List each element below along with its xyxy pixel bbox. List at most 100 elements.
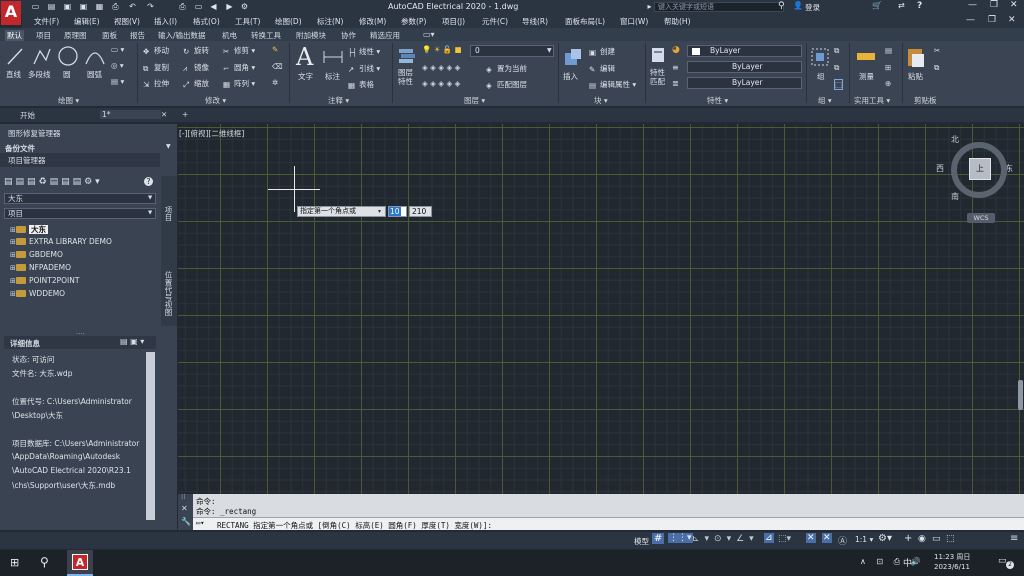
group-select-icon[interactable]: ⬚ — [834, 79, 844, 90]
wrench-icon[interactable]: 🔧 — [181, 517, 191, 526]
paste-icon[interactable] — [906, 46, 926, 68]
user-icon[interactable]: 👤 — [793, 1, 803, 10]
menu-wires[interactable]: 导线(R) — [522, 16, 548, 27]
mirror-button[interactable]: ⩘ 镜像 — [183, 62, 209, 73]
table-button[interactable]: ▦ 表格 — [348, 79, 374, 90]
grid-toggle-icon[interactable]: # — [652, 533, 665, 544]
menu-window[interactable]: 窗口(W) — [620, 16, 648, 27]
menu-modify[interactable]: 修改(M) — [359, 16, 386, 27]
undo-icon[interactable]: ↶ — [128, 2, 137, 11]
group-icon[interactable] — [810, 47, 830, 67]
drag-handle-icon[interactable]: ⁞⁞ — [181, 493, 185, 501]
print-icon[interactable]: ⎙ — [111, 2, 120, 11]
command-input[interactable]: ▭▾ RECTANG 指定第一个角点或 [倒角(C) 标高(E) 圆角(F) 厚… — [193, 517, 1024, 530]
chevron-down-icon[interactable]: ▼ — [166, 143, 171, 150]
utilities-panel-label[interactable]: 实用工具 ▾ — [854, 95, 890, 106]
ribbon-toggle-icon[interactable]: ▭▾ — [423, 30, 435, 39]
cut-icon[interactable]: ✂ — [934, 46, 940, 55]
app-logo[interactable]: A — [1, 1, 21, 25]
tree-item-project[interactable]: ⊞ WDDEMO — [10, 289, 65, 298]
compass-west[interactable]: 西 — [936, 163, 944, 174]
forward-icon[interactable]: ▶ — [225, 2, 234, 11]
doc-restore-button[interactable]: ❐ — [988, 15, 996, 25]
x-coordinate-input[interactable]: 10 — [388, 206, 407, 217]
tab-location-view[interactable]: 位置代号视图 — [164, 271, 174, 316]
tree-item-project[interactable]: ⊞ GBDEMO — [10, 250, 63, 259]
menu-file[interactable]: 文件(F) — [34, 16, 59, 27]
doc-close-button[interactable]: ✕ — [1008, 15, 1016, 25]
tab-conversion[interactable]: 转换工具 — [251, 30, 281, 41]
tab-electromechanical[interactable]: 机电 — [222, 30, 237, 41]
hatch-icon[interactable]: ◎ ▾ — [111, 61, 124, 70]
tab-default[interactable]: 默认 — [5, 30, 24, 41]
text-icon[interactable]: A — [296, 43, 313, 71]
groups-panel-label[interactable]: 组 ▾ — [818, 95, 832, 106]
minimize-button[interactable]: — — [968, 0, 977, 10]
viewcube-top-face[interactable]: 上 — [969, 158, 991, 180]
menu-panel-layout[interactable]: 面板布局(L) — [565, 16, 605, 27]
rectangle-icon[interactable]: ▭ ▾ — [111, 45, 124, 54]
sign-in-link[interactable]: 登录 — [805, 2, 820, 13]
command-menu-icon[interactable]: ▭▾ — [196, 519, 204, 527]
text-button[interactable]: 文字 — [298, 71, 313, 82]
draw-panel-label[interactable]: 绘图 ▾ — [58, 95, 79, 106]
tab-projects-vertical[interactable]: 项目 — [164, 206, 174, 221]
color-dropdown[interactable]: ByLayer — [687, 45, 802, 57]
copy-button[interactable]: ⧉ 复制 — [143, 62, 169, 73]
clipboard-panel-label[interactable]: 剪贴板 — [914, 95, 937, 106]
gradient-icon[interactable]: ▤ ▾ — [111, 77, 124, 86]
search-input[interactable]: 键入关键字或短语 — [654, 2, 784, 12]
trim-button[interactable]: ✂ 修剪 ▾ — [223, 45, 255, 56]
plus-icon[interactable]: + — [904, 533, 912, 544]
annotation-scale[interactable]: 1:1 ▾ — [855, 535, 873, 544]
set-current-button[interactable]: ◈ 置为当前 — [486, 63, 527, 74]
layer-state-icons[interactable]: 💡 ☀ 🔓 ■ — [422, 45, 462, 54]
edit-block-button[interactable]: ✎ 编辑 — [589, 63, 615, 74]
autoscale-icon[interactable]: ✕ — [822, 533, 832, 543]
group-button[interactable]: 组 — [817, 71, 825, 82]
doc-minimize-button[interactable]: — — [966, 15, 975, 25]
calc-icon[interactable]: ▤ — [885, 46, 892, 55]
arc-button[interactable]: 圆弧 — [87, 69, 102, 80]
drawing-canvas[interactable]: [-][俯视][二维线框] 指定第一个角点或 ▾ 10 210 北 南 东 西 … — [178, 124, 1024, 494]
system-tray-icons[interactable]: ∧ ⊡ ⎙ 🔊 — [860, 557, 925, 567]
polyline-icon[interactable] — [32, 46, 52, 66]
tab-addins[interactable]: 附加模块 — [296, 30, 326, 41]
scale-button[interactable]: ⤢ 缩放 — [183, 78, 209, 89]
tab-panel[interactable]: 面板 — [102, 30, 117, 41]
tab-collaborate[interactable]: 协作 — [341, 30, 356, 41]
compass-south[interactable]: 南 — [951, 191, 959, 202]
properties-panel-label[interactable]: 特性 ▾ — [707, 95, 728, 106]
rotate-button[interactable]: ↻ 旋转 — [183, 45, 209, 56]
saveas-icon[interactable]: ▣ — [79, 2, 88, 11]
tab-project[interactable]: 项目 — [36, 30, 51, 41]
isolate-icon[interactable]: ◉ — [918, 534, 926, 544]
match-properties-button[interactable]: 特性 匹配 — [650, 68, 665, 86]
layer-tools-row2[interactable]: ◈ ◈ ◈ ◈ ◈ — [422, 79, 460, 88]
group-edit-icon[interactable]: ⧉ — [834, 63, 839, 73]
match-layer-button[interactable]: ◈ 匹配图层 — [486, 79, 527, 90]
edit-attributes-button[interactable]: ▤ 编辑属性 ▾ — [589, 79, 636, 90]
drafting-aids-icons[interactable]: ⊾▾⊙▾∠▾ — [692, 534, 759, 544]
linear-button[interactable]: ├┤ 线性 ▾ — [348, 46, 380, 57]
array-button[interactable]: ▦ 阵列 ▾ — [223, 78, 255, 89]
insert-block-icon[interactable] — [563, 47, 583, 67]
osnap-icon[interactable]: ⊿ — [764, 533, 774, 543]
block-panel-label[interactable]: 块 ▾ — [594, 95, 608, 106]
search-icon[interactable]: ⚲ — [40, 555, 49, 569]
open-icon[interactable]: ▤ — [47, 2, 56, 11]
tab-featured-apps[interactable]: 精选应用 — [370, 30, 400, 41]
windows-start-icon[interactable]: ⊞ — [10, 556, 19, 569]
wcs-menu[interactable]: WCS — [967, 213, 995, 223]
dimension-button[interactable]: 标注 — [325, 71, 340, 82]
clock-time[interactable]: 11:23 周日 — [934, 552, 970, 562]
model-tab[interactable]: 模型 — [634, 536, 649, 547]
polyline-button[interactable]: 多段线 — [28, 69, 51, 80]
quick-select-icon[interactable]: ⊞ — [885, 63, 891, 72]
menu-insert[interactable]: 插入(I) — [154, 16, 177, 27]
redo-icon[interactable]: ↷ — [146, 2, 155, 11]
annotation-scale-icon[interactable]: Ⓐ — [838, 534, 847, 547]
circle-icon[interactable] — [57, 45, 79, 67]
menu-format[interactable]: 格式(O) — [193, 16, 220, 27]
tree-item-project[interactable]: ⊞ POINT2POINT — [10, 276, 79, 285]
